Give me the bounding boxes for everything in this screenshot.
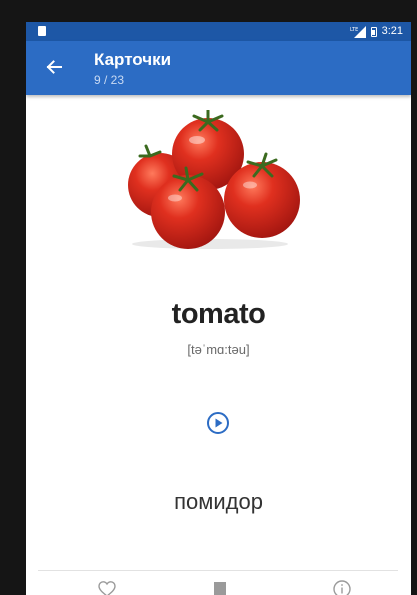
signal-icon: LTE [350,25,366,38]
app-screen: LTE 3:21 Карточки 9 / 23 tomato [təˈmɑ:t… [26,22,411,595]
status-time: 3:21 [381,25,403,37]
card-translation: помидор [174,489,263,514]
play-audio-button[interactable] [206,411,230,435]
bottom-nav [38,570,398,595]
heart-icon[interactable] [98,580,116,595]
page-title: Карточки [94,50,172,69]
app-bar: Карточки 9 / 23 [26,41,411,95]
tomatoes-image [128,110,300,249]
card-transcription: [təˈmɑ:təu] [187,342,250,357]
status-icons: LTE 3:21 [350,24,403,39]
sd-card-icon [38,26,46,36]
info-icon[interactable] [333,580,351,595]
card-counter: 9 / 23 [94,73,125,87]
bookmark-icon[interactable] [211,580,229,595]
status-bar: LTE 3:21 [26,22,411,41]
arrow-back-icon [46,60,62,74]
svg-text:LTE: LTE [350,27,358,33]
card-word: tomato [171,298,266,330]
device-frame: LTE 3:21 Карточки 9 / 23 tomato [təˈmɑ:t… [0,0,417,595]
back-button[interactable] [40,53,68,81]
battery-icon [370,26,377,37]
